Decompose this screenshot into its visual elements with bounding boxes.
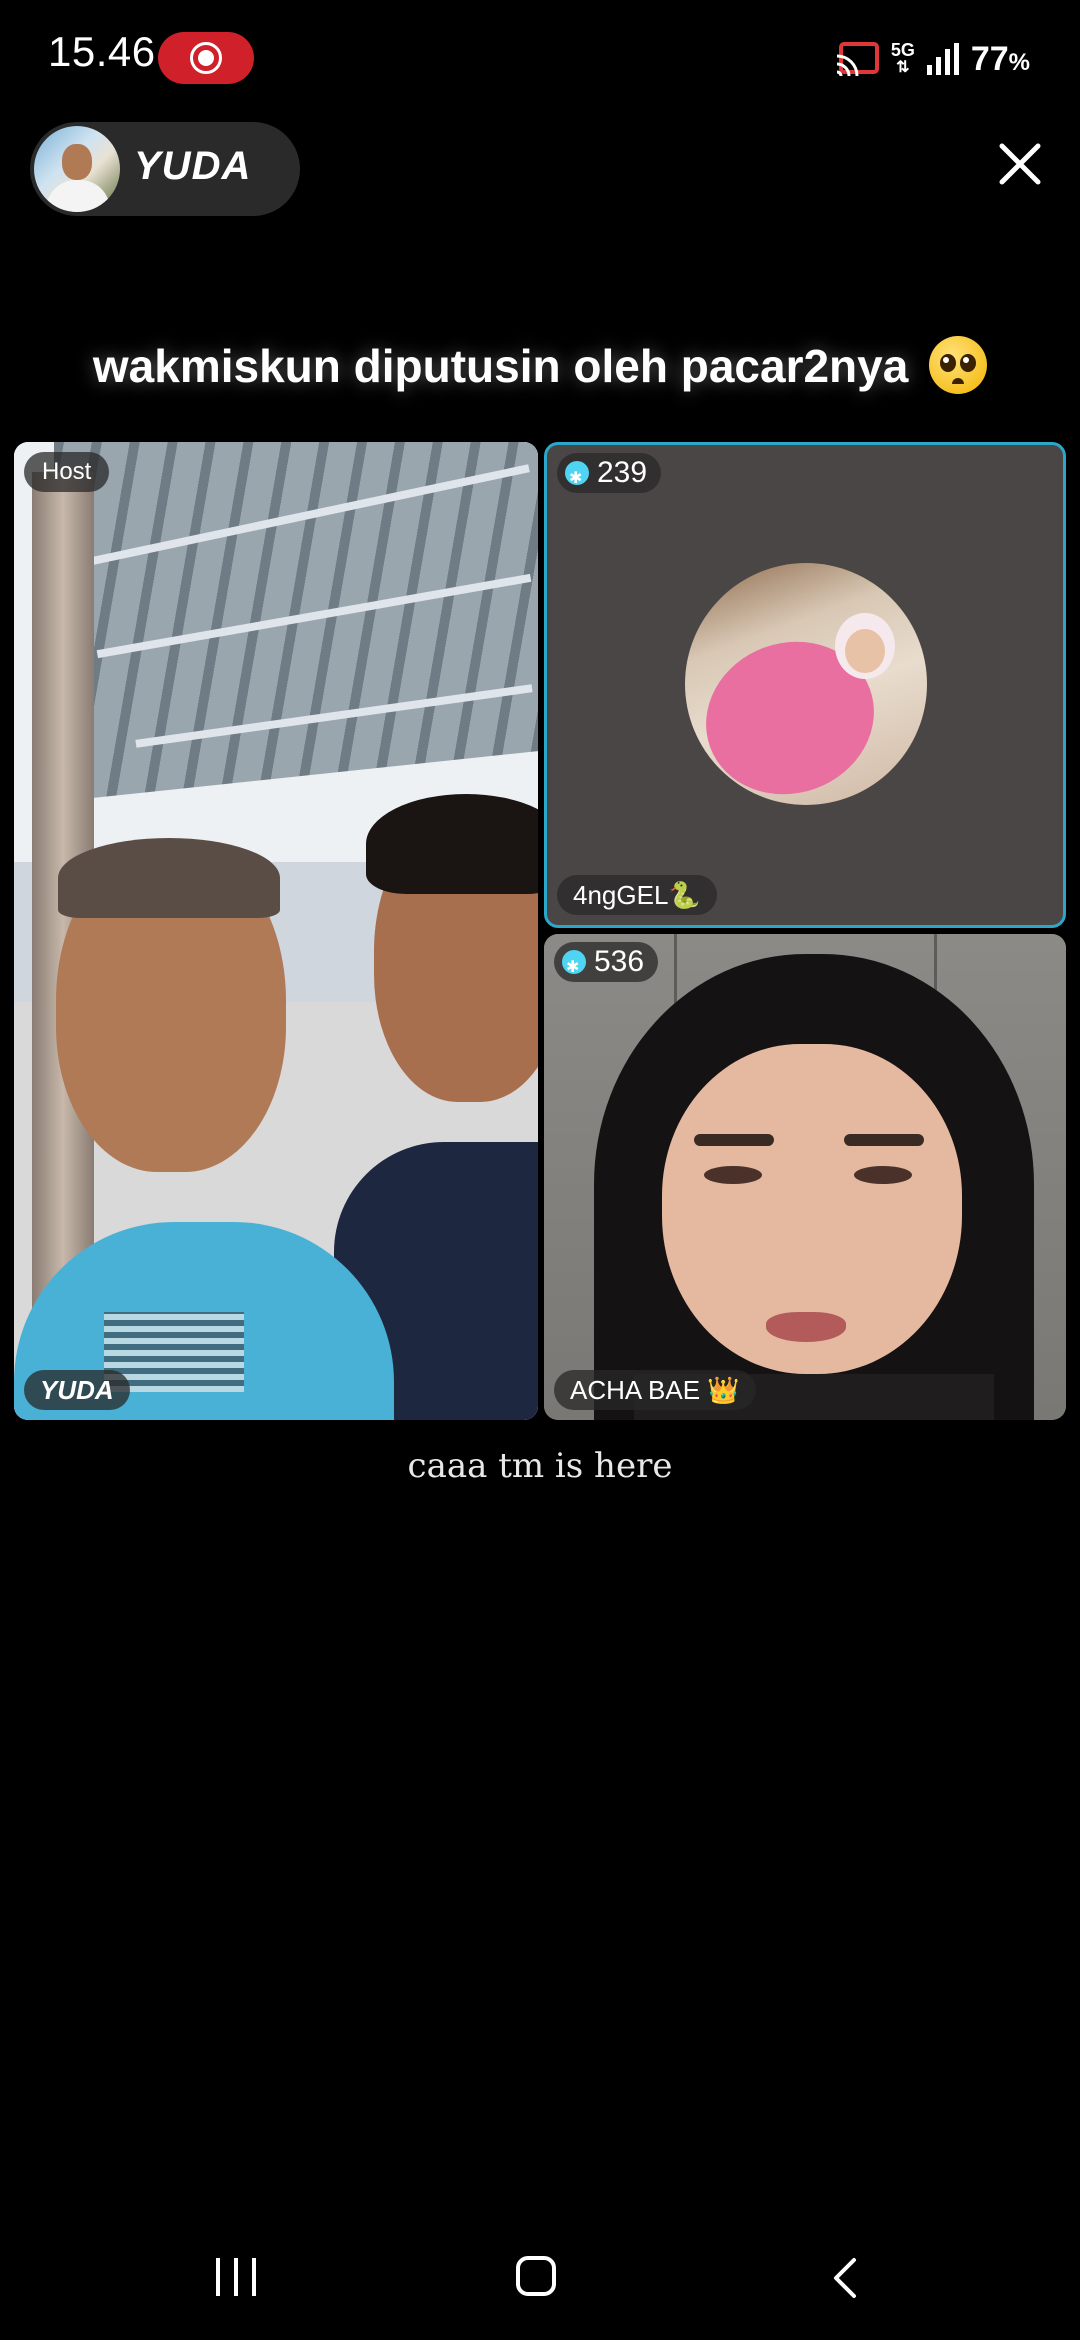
cast-icon	[835, 42, 879, 77]
status-bar: 15.46 5G ⇅ 77%	[0, 0, 1080, 110]
close-button[interactable]	[988, 132, 1052, 196]
status-time: 15.46	[48, 28, 156, 75]
network-indicator: 5G ⇅	[890, 40, 915, 76]
back-icon[interactable]	[826, 2256, 866, 2300]
host-video-tile[interactable]: Host YUDA	[14, 442, 538, 1420]
room-caption: caaa tm is here	[407, 1446, 673, 1486]
guest-1-coin-badge: 239	[557, 453, 662, 499]
guest-1-name: 4ngGEL🐍	[557, 875, 717, 915]
signal-icon	[926, 43, 959, 75]
system-nav-bar	[0, 2220, 1080, 2340]
guest-2-coins: 536	[594, 945, 645, 978]
avatar[interactable]	[34, 126, 120, 212]
status-icons: 5G ⇅ 77%	[835, 34, 1030, 84]
record-icon[interactable]	[158, 32, 254, 84]
coin-icon	[565, 459, 589, 499]
guest-1-coins: 239	[597, 456, 648, 489]
coin-icon	[562, 948, 586, 988]
pleading-face-emoji-icon	[929, 336, 988, 394]
guest-2-name: ACHA BAE 👑	[554, 1370, 756, 1410]
home-icon[interactable]	[516, 2256, 556, 2296]
guest-2-coin-badge: 536	[554, 942, 659, 988]
recent-apps-icon[interactable]	[216, 2258, 256, 2296]
guest-tile-2[interactable]: 536 ACHA BAE 👑	[544, 934, 1066, 1420]
battery-level: 77%	[970, 39, 1030, 78]
guest-1-avatar[interactable]	[685, 563, 927, 805]
host-name: YUDA	[134, 144, 252, 188]
host-profile-chip[interactable]: YUDA	[30, 122, 300, 216]
room-title-text: wakmiskun diputusin oleh pacar2nya	[92, 340, 909, 392]
guest-tile-1[interactable]: 239 4ngGEL🐍	[544, 442, 1066, 928]
host-role-badge: Host	[24, 452, 110, 492]
host-tile-name: YUDA	[24, 1370, 130, 1410]
room-title: wakmiskun diputusin oleh pacar2nya	[0, 336, 1080, 394]
close-icon	[999, 143, 1041, 185]
